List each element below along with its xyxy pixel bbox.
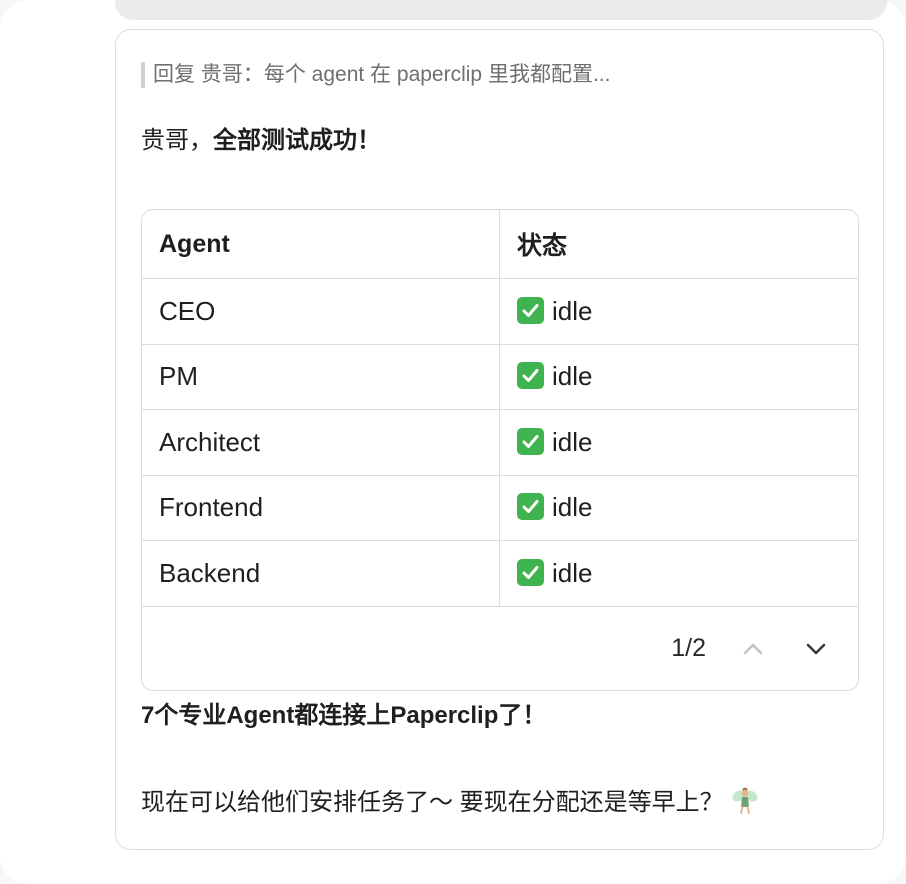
agent-name-cell: CEO xyxy=(142,278,500,345)
followup-text: 现在可以给他们安排任务了～ 要现在分配还是等早上？ xyxy=(141,789,724,816)
status-cell: idle xyxy=(499,409,858,476)
status-cell: idle xyxy=(499,278,858,345)
status-text: idle xyxy=(552,361,593,392)
agent-name-cell: PM xyxy=(142,344,500,410)
reply-quote[interactable]: 回复 贵哥：每个 agent 在 paperclip 里我都配置... xyxy=(141,62,610,88)
greeting-prefix: 贵哥， xyxy=(141,127,213,154)
fairy-icon xyxy=(730,785,760,815)
status-text: idle xyxy=(552,492,593,523)
reply-quote-text: 回复 贵哥：每个 agent 在 paperclip 里我都配置... xyxy=(153,63,611,86)
table-row: PM idle xyxy=(142,344,858,410)
status-text: idle xyxy=(552,295,593,326)
followup-line: 现在可以给他们安排任务了～ 要现在分配还是等早上？ xyxy=(141,785,760,820)
check-mark-button-icon xyxy=(517,296,544,324)
agent-name-cell: Architect xyxy=(142,409,500,476)
check-mark-button-icon xyxy=(517,558,544,586)
message-bubble: 回复 贵哥：每个 agent 在 paperclip 里我都配置... 贵哥，全… xyxy=(115,29,884,850)
status-text: idle xyxy=(552,426,593,457)
greeting-emphasis: 全部测试成功！ xyxy=(213,127,381,154)
agent-name-cell: Backend xyxy=(142,540,500,607)
greeting-text: 贵哥，全部测试成功！ xyxy=(141,124,381,158)
table-row: CEO idle xyxy=(142,278,858,345)
status-text: idle xyxy=(552,557,593,588)
agent-status-table: Agent 状态 CEO idle PM idle Architect idle… xyxy=(142,210,858,607)
agent-name-cell: Frontend xyxy=(142,475,500,541)
table-header-row: Agent 状态 xyxy=(142,210,858,279)
summary-text: 7个专业Agent都连接上Paperclip了！ xyxy=(141,702,547,729)
page-indicator: 1/2 xyxy=(671,634,706,662)
status-cell: idle xyxy=(499,344,858,410)
column-header-status: 状态 xyxy=(499,210,858,279)
agent-status-table-card: Agent 状态 CEO idle PM idle Architect idle… xyxy=(141,209,859,691)
previous-message-bubble[interactable] xyxy=(115,0,887,20)
table-row: Backend idle xyxy=(142,540,858,607)
chevron-up-icon[interactable] xyxy=(738,634,768,664)
status-cell: idle xyxy=(499,475,858,541)
table-row: Architect idle xyxy=(142,409,858,476)
column-header-agent: Agent xyxy=(142,210,500,279)
chevron-down-icon[interactable] xyxy=(801,634,831,664)
table-row: Frontend idle xyxy=(142,475,858,541)
check-mark-button-icon xyxy=(517,427,544,455)
table-pager: 1/2 xyxy=(142,608,858,690)
check-mark-button-icon xyxy=(517,362,544,390)
status-cell: idle xyxy=(499,540,858,607)
check-mark-button-icon xyxy=(517,493,544,521)
